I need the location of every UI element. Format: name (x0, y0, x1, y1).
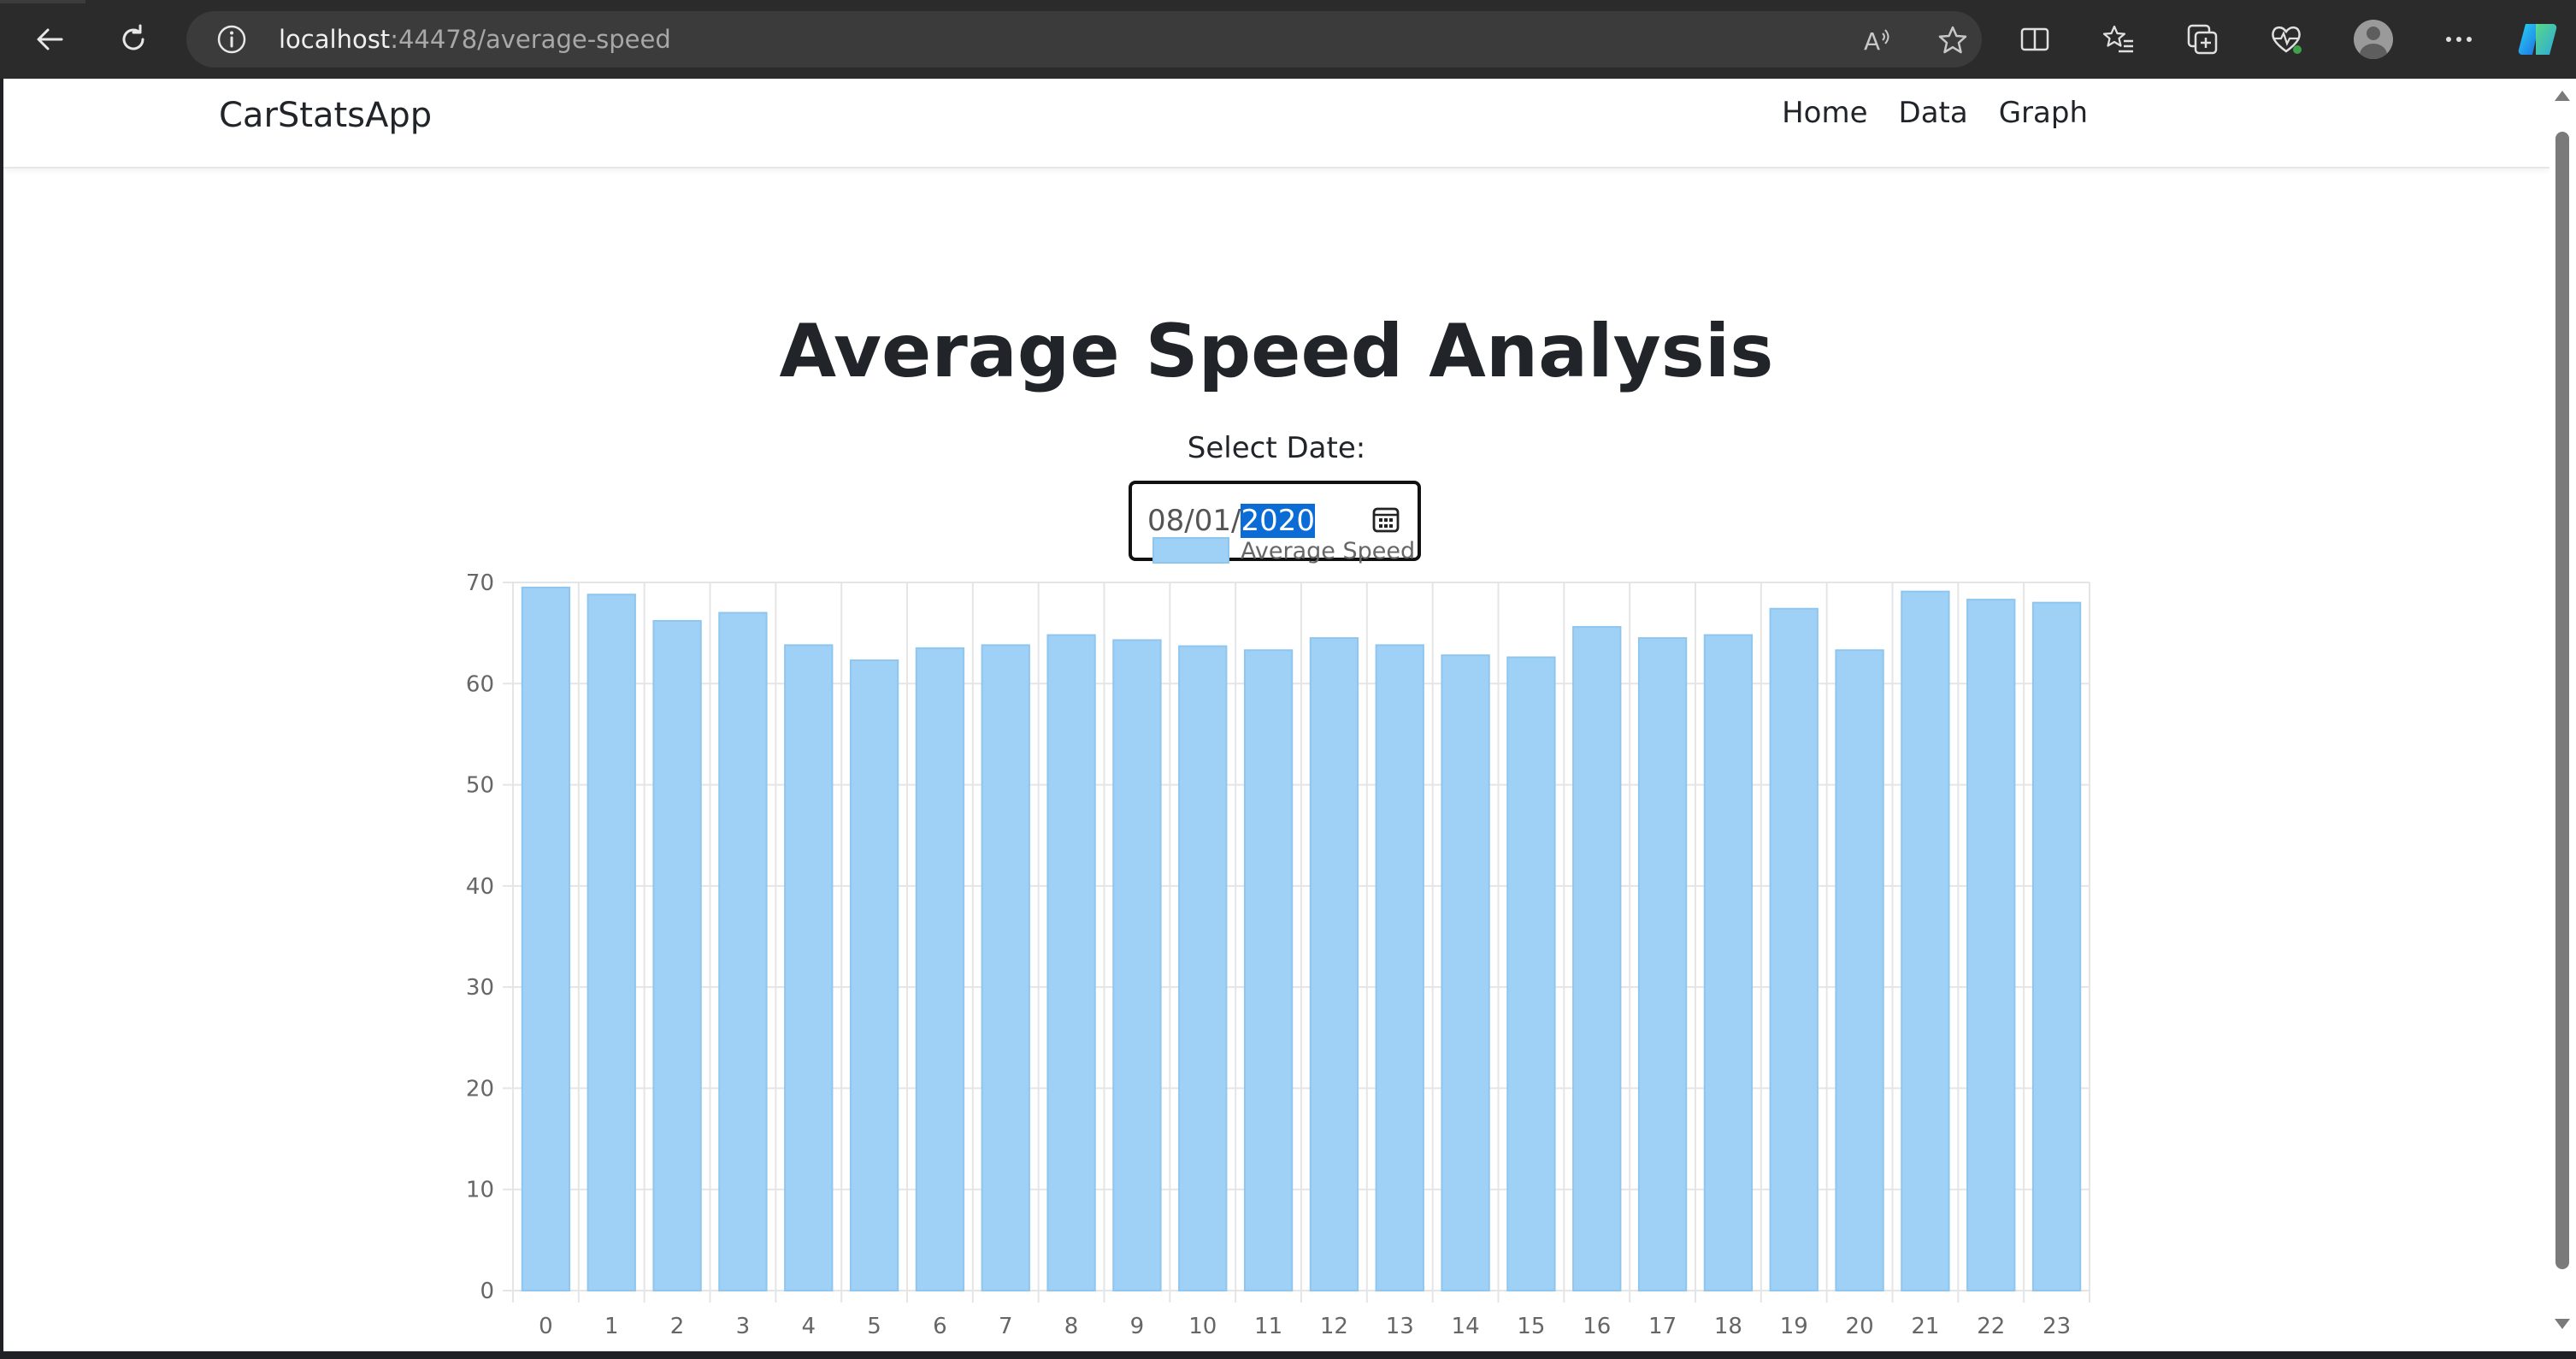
split-screen-icon (2020, 27, 2049, 51)
scrollbar-thumb[interactable] (2555, 132, 2569, 1269)
x-tick-label: 14 (1452, 1314, 1480, 1339)
heartbeat-icon (2272, 26, 2302, 54)
x-tick-label: 18 (1714, 1314, 1742, 1339)
window-bottom-edge (0, 1351, 2576, 1359)
browser-toolbar: localhost:44478/average-speed A (0, 0, 2576, 79)
y-tick-label: 0 (480, 1279, 494, 1304)
x-tick-label: 1 (604, 1314, 619, 1339)
url-path: :44478/average-speed (390, 25, 671, 54)
scroll-down-arrow-icon[interactable] (2555, 1319, 2570, 1329)
bar[interactable] (915, 647, 965, 1291)
x-tick-label: 23 (2043, 1314, 2071, 1339)
bar[interactable] (1901, 590, 1950, 1291)
x-tick-label: 7 (999, 1314, 1013, 1339)
y-tick-label: 50 (466, 773, 494, 799)
x-tick-label: 8 (1064, 1314, 1079, 1339)
bar[interactable] (587, 594, 636, 1291)
bar[interactable] (652, 619, 702, 1291)
back-arrow-icon (37, 28, 63, 50)
collections-icon (2187, 24, 2218, 55)
more-dots-icon (2446, 37, 2472, 42)
site-info-icon[interactable] (215, 23, 248, 56)
chart-legend[interactable]: Average Speed (1152, 537, 1415, 564)
copilot-button[interactable] (2514, 15, 2561, 63)
x-tick-label: 5 (867, 1314, 881, 1339)
bar[interactable] (1243, 649, 1294, 1291)
x-tick-label: 17 (1648, 1314, 1677, 1339)
bar[interactable] (521, 586, 571, 1291)
bar[interactable] (1178, 645, 1228, 1291)
legend-label: Average Speed (1241, 538, 1415, 564)
y-tick-label: 20 (466, 1076, 494, 1102)
address-bar[interactable]: localhost:44478/average-speed A (186, 11, 1982, 68)
bar[interactable] (1769, 607, 1819, 1291)
legend-swatch (1152, 537, 1229, 564)
bar[interactable] (2031, 601, 2082, 1291)
x-tick-label: 9 (1130, 1314, 1145, 1339)
bar[interactable] (784, 644, 834, 1291)
favorites-button[interactable] (2095, 15, 2143, 63)
bar[interactable] (1637, 637, 1688, 1291)
split-screen-button[interactable] (2011, 15, 2059, 63)
bar[interactable] (849, 659, 899, 1291)
x-tick-label: 10 (1188, 1314, 1217, 1339)
collections-button[interactable] (2178, 15, 2226, 63)
x-tick-label: 3 (736, 1314, 751, 1339)
scroll-up-arrow-icon[interactable] (2555, 91, 2570, 101)
x-tick-label: 16 (1583, 1314, 1611, 1339)
bar[interactable] (1506, 656, 1556, 1291)
profile-button[interactable] (2349, 15, 2397, 63)
bar[interactable] (1441, 654, 1490, 1291)
y-tick-label: 60 (466, 671, 494, 697)
x-tick-label: 15 (1517, 1314, 1545, 1339)
bar[interactable] (981, 644, 1030, 1291)
favorites-list-icon (2102, 25, 2133, 53)
favorite-star-icon[interactable] (1936, 23, 1970, 57)
bar[interactable] (1112, 639, 1162, 1291)
bar[interactable] (1966, 599, 2016, 1291)
y-tick-label: 10 (466, 1178, 494, 1203)
x-tick-label: 0 (539, 1314, 553, 1339)
back-button[interactable] (26, 15, 74, 63)
average-speed-chart: 0102030405060700 1 2 3 4 5 6 7 8 9 10 11 12 13 14 15 16 1… (466, 537, 2090, 1339)
bar[interactable] (718, 612, 768, 1291)
x-tick-label: 20 (1846, 1314, 1874, 1339)
bar[interactable] (1835, 649, 1884, 1291)
svg-text:A: A (1864, 27, 1880, 56)
bar[interactable] (1572, 626, 1622, 1291)
url-text[interactable]: localhost:44478/average-speed (279, 11, 671, 68)
bar[interactable] (1046, 634, 1096, 1291)
x-tick-label: 21 (1911, 1314, 1939, 1339)
x-tick-label: 22 (1977, 1314, 2005, 1339)
settings-more-button[interactable] (2435, 15, 2483, 63)
page-scrollbar[interactable] (2549, 79, 2576, 1351)
browser-essentials-button[interactable] (2262, 15, 2310, 63)
bar[interactable] (1375, 644, 1424, 1291)
copilot-icon (2518, 24, 2557, 55)
x-tick-label: 6 (933, 1314, 947, 1339)
profile-avatar (2354, 20, 2393, 59)
y-tick-label: 30 (466, 975, 494, 1001)
y-tick-label: 40 (466, 874, 494, 900)
url-host: localhost (279, 25, 391, 54)
active-tab-edge (0, 0, 85, 3)
bar[interactable] (1703, 634, 1754, 1291)
page-viewport: CarStatsApp Home Data Graph Average Spee… (3, 79, 2549, 1351)
x-tick-label: 11 (1254, 1314, 1282, 1339)
read-aloud-icon[interactable]: A (1860, 23, 1895, 57)
y-tick-label: 70 (466, 570, 494, 596)
x-tick-label: 4 (801, 1314, 816, 1339)
x-tick-label: 13 (1386, 1314, 1414, 1339)
refresh-button[interactable] (109, 15, 157, 63)
x-tick-label: 2 (670, 1314, 685, 1339)
x-tick-label: 19 (1780, 1314, 1808, 1339)
x-tick-label: 12 (1320, 1314, 1348, 1339)
refresh-icon (122, 24, 144, 50)
bar[interactable] (1309, 637, 1359, 1291)
